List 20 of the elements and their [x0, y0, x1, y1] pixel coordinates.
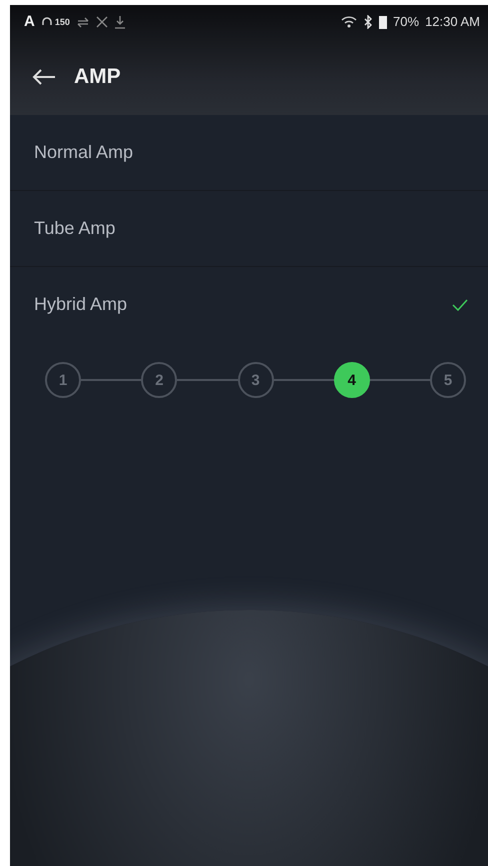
option-label: Hybrid Amp	[34, 294, 128, 315]
download-icon	[114, 14, 126, 28]
back-icon[interactable]	[32, 68, 56, 86]
level-step[interactable]: 4	[334, 362, 370, 398]
time-text: 12:30 AM	[425, 14, 480, 29]
amp-option[interactable]: Normal Amp	[10, 115, 488, 191]
headphone-icon	[40, 16, 53, 28]
repeat-icon	[76, 16, 90, 28]
option-label: Tube Amp	[34, 218, 116, 239]
check-icon	[452, 298, 468, 310]
volume-text: 150	[54, 16, 70, 26]
page-title: AMP	[74, 64, 121, 88]
amp-option[interactable]: Tube Amp	[10, 191, 488, 267]
option-label: Normal Amp	[34, 142, 134, 163]
battery-text: 70%	[393, 14, 420, 29]
wifi-icon	[341, 16, 358, 28]
status-letter: A	[24, 13, 35, 30]
amp-option[interactable]: Hybrid Amp	[10, 267, 488, 342]
bluetooth-icon	[363, 14, 374, 28]
battery-icon	[379, 14, 388, 28]
